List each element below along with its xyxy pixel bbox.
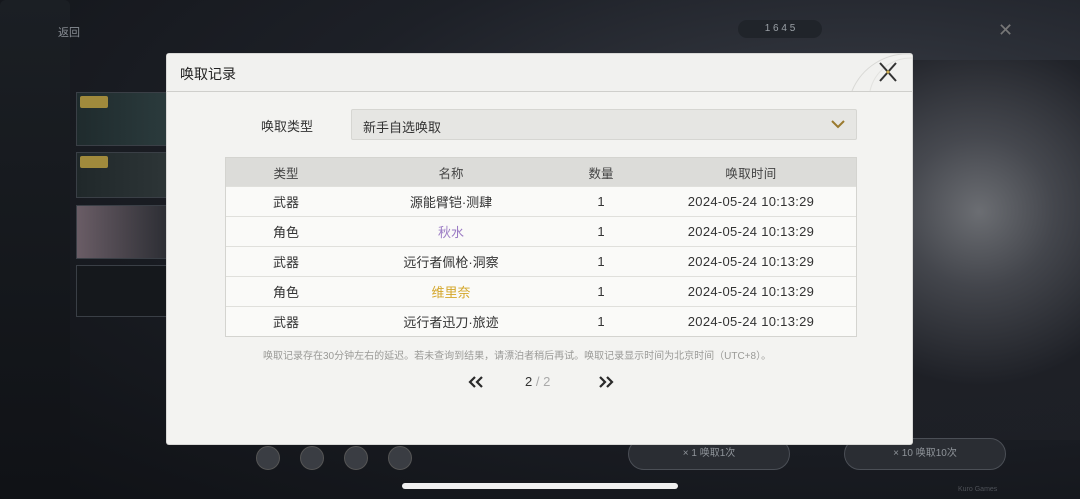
background-currency: 1 6 4 5 xyxy=(738,20,822,38)
column-header-type: 类型 xyxy=(273,166,299,181)
double-chevron-right-icon xyxy=(599,376,614,388)
background-nav-dot xyxy=(300,446,324,470)
convene-history-table: 类型 名称 数量 唤取时间 武器 源能臂铠·测肆 1 2024-05-24 10… xyxy=(225,157,857,337)
column-header-quantity: 数量 xyxy=(588,166,614,181)
column-header-name: 名称 xyxy=(438,166,464,181)
page-indicator: 2 / 2 xyxy=(525,374,550,389)
cell-quantity: 1 xyxy=(597,314,605,329)
table-row: 武器 远行者迅刀·旅迹 1 2024-05-24 10:13:29 xyxy=(226,306,856,336)
cell-quantity: 1 xyxy=(597,254,605,269)
cell-time: 2024-05-24 10:13:29 xyxy=(687,284,815,299)
cell-quantity: 1 xyxy=(597,224,605,239)
next-page-button[interactable] xyxy=(597,374,615,390)
background-character-art xyxy=(912,60,1080,440)
cell-name: 远行者迅刀·旅迹 xyxy=(403,315,499,330)
cell-name: 远行者佩枪·洞察 xyxy=(403,255,499,270)
cell-name: 源能臂铠·测肆 xyxy=(409,195,493,210)
cell-name: 秋水 xyxy=(437,225,464,240)
background-banner-tag xyxy=(80,156,108,168)
convene-type-label: 唤取类型 xyxy=(261,119,314,134)
cell-type: 角色 xyxy=(272,285,299,300)
cell-type: 角色 xyxy=(272,225,299,240)
background-back-label: 返回 xyxy=(58,27,80,39)
convene-type-dropdown[interactable]: 新手自选唤取 xyxy=(351,109,857,140)
chevron-down-icon xyxy=(831,120,845,129)
total-pages: 2 xyxy=(543,374,551,389)
delay-notice: 唤取记录存在30分钟左右的延迟。若未查询到结果，请漂泊者稍后再试。唤取记录显示时… xyxy=(263,351,772,362)
table-row: 角色 秋水 1 2024-05-24 10:13:29 xyxy=(226,216,856,246)
cell-type: 武器 xyxy=(272,315,299,330)
background-nav-dot xyxy=(344,446,368,470)
cell-quantity: 1 xyxy=(597,194,605,209)
background-left-panel xyxy=(0,0,70,499)
cell-type: 武器 xyxy=(272,195,299,210)
table-header-row: 类型 名称 数量 唤取时间 xyxy=(226,158,856,186)
background-close-icon: ✕ xyxy=(998,20,1014,40)
background-nav-dot xyxy=(388,446,412,470)
cell-type: 武器 xyxy=(272,255,299,270)
double-chevron-left-icon xyxy=(468,376,483,388)
previous-page-button[interactable] xyxy=(467,374,485,390)
pagination: 2 / 2 xyxy=(467,372,617,392)
background-banner-card xyxy=(76,265,170,317)
convene-history-dialog: 唤取记录 唤取类型 新手自选唤取 类型 名称 数量 唤取时间 武器 源能臂铠·测… xyxy=(167,54,912,444)
page-separator: / xyxy=(535,374,540,389)
cell-time: 2024-05-24 10:13:29 xyxy=(687,254,815,269)
close-button[interactable] xyxy=(871,56,905,88)
cell-time: 2024-05-24 10:13:29 xyxy=(687,194,815,209)
table-row: 角色 维里奈 1 2024-05-24 10:13:29 xyxy=(226,276,856,306)
home-indicator[interactable] xyxy=(402,483,678,489)
cell-name: 维里奈 xyxy=(431,285,471,300)
close-icon xyxy=(879,62,897,82)
column-header-time: 唤取时间 xyxy=(725,166,777,181)
background-banner-tag xyxy=(80,96,108,108)
background-nav-dot xyxy=(256,446,280,470)
cell-time: 2024-05-24 10:13:29 xyxy=(687,224,815,239)
background-banner-card xyxy=(76,205,170,259)
cell-time: 2024-05-24 10:13:29 xyxy=(687,314,815,329)
background-footer: Kuro Games xyxy=(958,486,998,493)
dialog-title: 唤取记录 xyxy=(180,66,236,82)
dialog-header: 唤取记录 xyxy=(167,54,912,92)
convene-type-value: 新手自选唤取 xyxy=(363,120,442,135)
table-row: 武器 源能臂铠·测肆 1 2024-05-24 10:13:29 xyxy=(226,186,856,216)
current-page: 2 xyxy=(525,374,533,389)
table-row: 武器 远行者佩枪·洞察 1 2024-05-24 10:13:29 xyxy=(226,246,856,276)
cell-quantity: 1 xyxy=(597,284,605,299)
